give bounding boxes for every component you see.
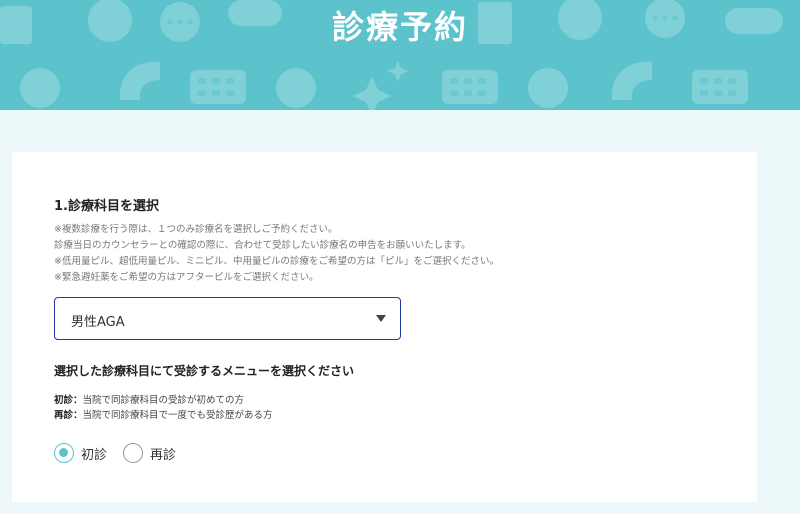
definition-separator: ： <box>73 395 83 406</box>
radio-checked-icon <box>54 443 74 463</box>
radio-unchecked-icon <box>123 443 143 463</box>
caret-down-icon <box>376 315 386 322</box>
note-line: ※複数診療を行う際は、１つのみ診療名を選択しご予約ください。 <box>54 224 338 235</box>
visit-type-definitions: 初診：当院で同診療科目の受診が初めての方 再診：当院で同診療科目で一度でも受診歴… <box>54 393 273 423</box>
header-banner: 診療予約 <box>0 0 800 110</box>
reservation-form-card: 1.診療科目を選択 ※複数診療を行う際は、１つのみ診療名を選択しご予約ください。… <box>12 152 757 502</box>
department-select[interactable]: 男性AGA <box>54 297 401 340</box>
note-line: ※緊急避妊薬をご希望の方はアフターピルをご選択ください。 <box>54 272 319 283</box>
radio-label: 再診 <box>150 447 177 463</box>
definition-term: 再診 <box>54 410 74 421</box>
note-line: ※低用量ピル、超低用量ピル、ミニピル、中用量ピルの診療をご希望の方は「ピル」をご… <box>54 256 499 267</box>
note-line: 診療当日のカウンセラーとの確認の際に、合わせて受診したい診療名の申告をお願いいた… <box>54 240 471 251</box>
notes: ※複数診療を行う際は、１つのみ診療名を選択しご予約ください。 診療当日のカウンセ… <box>54 222 499 286</box>
radio-first-visit[interactable]: 初診 <box>54 442 107 464</box>
page-title: 診療予約 <box>331 8 468 46</box>
definition-first-visit: 初診：当院で同診療科目の受診が初めての方 <box>54 393 273 408</box>
section-title: 1.診療科目を選択 <box>54 199 159 214</box>
definition-separator: ： <box>73 410 83 421</box>
radio-return-visit[interactable]: 再診 <box>123 442 176 464</box>
radio-label: 初診 <box>81 447 108 463</box>
definition-return-visit: 再診：当院で同診療科目で一度でも受診歴がある方 <box>54 408 273 423</box>
menu-title: 選択した診療科目にて受診するメニューを選択ください <box>54 364 355 378</box>
definition-term: 初診 <box>54 395 74 406</box>
definition-desc: 当院で同診療科目の受診が初めての方 <box>82 395 245 406</box>
definition-desc: 当院で同診療科目で一度でも受診歴がある方 <box>82 410 273 421</box>
department-select-value: 男性AGA <box>71 315 125 330</box>
